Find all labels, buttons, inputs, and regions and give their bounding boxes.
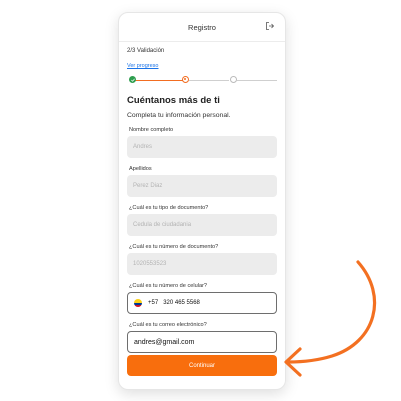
step-completed	[129, 76, 136, 83]
logout-icon[interactable]	[265, 21, 275, 31]
document-type-label: ¿Cuál es tu tipo de documento?	[129, 205, 209, 211]
header-title: Registro	[188, 22, 216, 32]
step-current	[182, 76, 189, 83]
progress-section: 2/3 Validación Ver progreso	[119, 42, 285, 85]
document-type-select[interactable]: Cedula de ciudadania	[127, 214, 277, 236]
page-title: Cuéntanos más de ti	[127, 95, 220, 106]
email-label: ¿Cuál es tu correo electrónico?	[129, 322, 207, 328]
last-name-input[interactable]: Perez Diaz	[127, 175, 277, 197]
mobile-screen: Registro 2/3 Validación Ver progreso Cué…	[118, 12, 286, 390]
step-pending	[230, 76, 237, 83]
continue-button[interactable]: Continuar	[127, 355, 277, 376]
stepper-line-pending	[237, 79, 277, 81]
first-name-label: Nombre completo	[129, 127, 174, 133]
country-code[interactable]: +57	[148, 300, 158, 306]
progress-stepper	[127, 75, 277, 85]
app-header: Registro	[119, 13, 285, 42]
first-name-input[interactable]: Andres	[127, 136, 277, 158]
form-content: Cuéntanos más de ti Completa tu informac…	[119, 95, 285, 353]
last-name-label: Apellidos	[129, 166, 152, 172]
colombia-flag-icon	[134, 299, 142, 307]
view-progress-link[interactable]: Ver progreso	[127, 63, 159, 69]
step-indicator: 2/3 Validación	[127, 48, 165, 54]
stepper-line-completed	[135, 79, 185, 81]
phone-input[interactable]: +57 320 465 5568	[127, 292, 277, 314]
email-input[interactable]: andres@gmail.com	[127, 331, 277, 353]
page-subtitle: Completa tu información personal.	[127, 112, 231, 119]
document-number-input[interactable]: 1020553523	[127, 253, 277, 275]
stepper-line-pending	[189, 79, 229, 81]
document-number-label: ¿Cuál es tu número de documento?	[129, 244, 219, 250]
phone-label: ¿Cuál es tu número de celular?	[129, 283, 208, 289]
check-icon	[130, 78, 135, 82]
phone-number-value: 320 465 5568	[163, 300, 200, 306]
